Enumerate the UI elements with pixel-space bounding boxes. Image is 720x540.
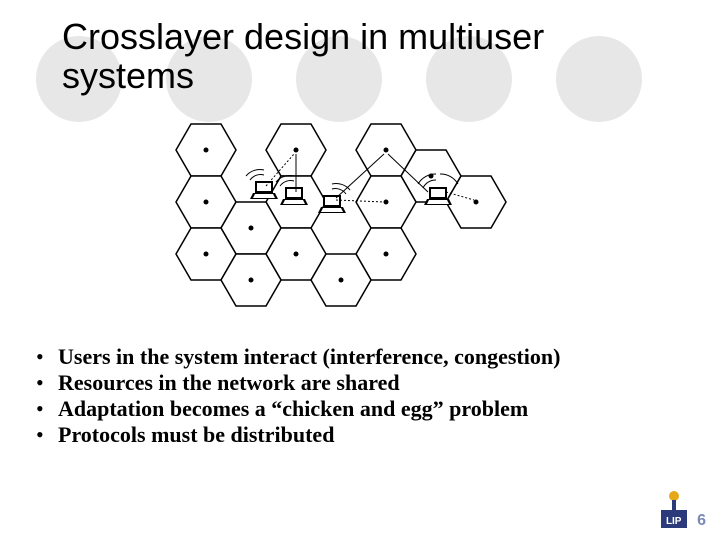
page-number: 6	[697, 512, 706, 530]
hex-grid-svg	[136, 118, 556, 318]
bullet-item: Users in the system interact (interferen…	[30, 344, 690, 370]
lip-logo-icon: L IP	[657, 490, 691, 530]
bullet-list: Users in the system interact (interferen…	[30, 344, 690, 448]
bullet-item: Resources in the network are shared	[30, 370, 690, 396]
svg-text:IP: IP	[672, 516, 682, 527]
bullet-item: Protocols must be distributed	[30, 422, 690, 448]
slide-footer: L IP 6	[657, 490, 706, 530]
bullet-item: Adaptation becomes a “chicken and egg” p…	[30, 396, 690, 422]
slide-title: Crosslayer design in multiuser systems	[62, 18, 660, 96]
network-diagram	[136, 118, 556, 318]
